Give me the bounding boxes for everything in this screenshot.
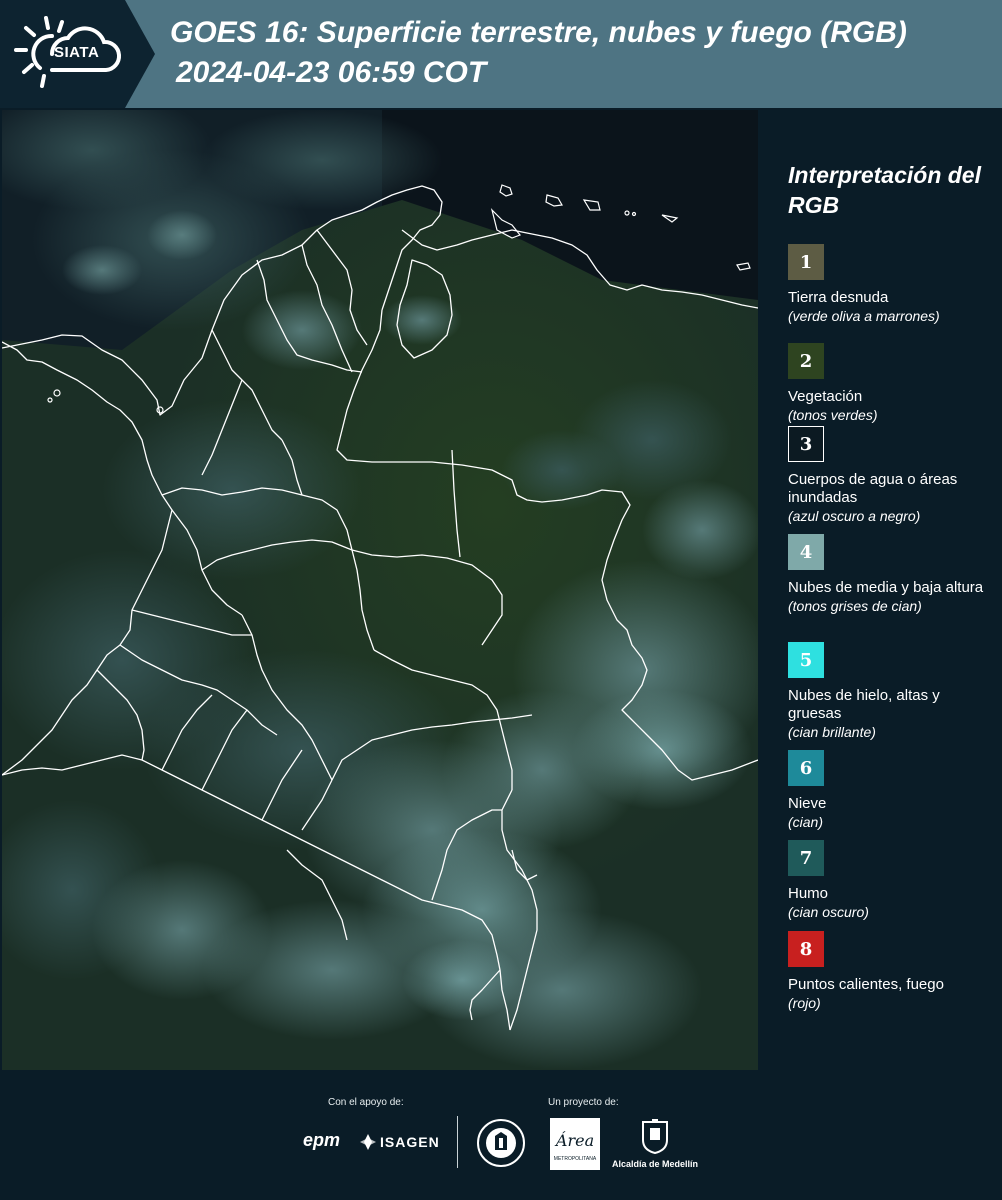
legend-swatch: 8 <box>788 931 824 967</box>
legend-swatch: 3 <box>788 426 824 462</box>
header-bar: SIATA GOES 16: Superficie terrestre, nub… <box>0 0 1002 108</box>
legend: Interpretación del RGB 1 Tierra desnuda (v… <box>788 160 993 1011</box>
legend-item-7: 7 Humo (cian oscuro) <box>788 840 993 921</box>
legend-item-1: 1 Tierra desnuda (verde oliva a marrones) <box>788 244 993 325</box>
alcaldia-logo-text: Alcaldía de Medellín <box>612 1159 699 1169</box>
isagen-icon <box>360 1134 376 1150</box>
legend-item-4: 4 Nubes de media y baja altura (tonos gris… <box>788 534 993 615</box>
satellite-map <box>2 110 758 1070</box>
legend-item-label: Tierra desnuda <box>788 289 889 306</box>
legend-item-description: (tonos verdes) <box>788 407 878 423</box>
legend-item-label: Puntos calientes, fuego <box>788 976 944 993</box>
area-metropolitana-logo: Área METROPOLITANA <box>550 1118 600 1170</box>
legend-swatch: 5 <box>788 642 824 678</box>
legend-item-2: 2 Vegetación (tonos verdes) <box>788 343 993 424</box>
legend-item-description: (cian oscuro) <box>788 904 869 920</box>
support-label: Con el apoyo de: <box>328 1097 404 1108</box>
legend-item-6: 6 Nieve (cian) <box>788 750 993 831</box>
epm-logo: epm <box>303 1130 341 1150</box>
legend-item-label: Cuerpos de agua o áreas inundadas <box>788 471 958 506</box>
legend-item-description: (rojo) <box>788 995 821 1011</box>
logo-panel: SIATA <box>0 0 155 108</box>
legend-item-3: 3 Cuerpos de agua o áreas inundadas (azul … <box>788 426 993 525</box>
legend-swatch: 4 <box>788 534 824 570</box>
legend-item-label: Nieve <box>788 795 827 812</box>
timestamp: 2024-04-23 06:59 COT <box>176 56 487 89</box>
page-title: GOES 16: Superficie terrestre, nubes y f… <box>170 16 907 49</box>
siata-logo-text: SIATA <box>54 44 100 61</box>
legend-item-label: Nubes de hielo, altas y gruesas <box>788 687 940 722</box>
legend-swatch: 1 <box>788 244 824 280</box>
footer: Con el apoyo de: Un proyecto de: epm ISA… <box>0 1072 1002 1200</box>
map-canvas <box>2 110 758 1070</box>
university-seal-icon <box>477 1119 525 1167</box>
legend-swatch: 6 <box>788 750 824 786</box>
area-logo-sub: METROPOLITANA <box>554 1156 597 1162</box>
isagen-logo: ISAGEN <box>380 1134 440 1150</box>
legend-swatch: 7 <box>788 840 824 876</box>
legend-item-5: 5 Nubes de hielo, altas y gruesas (cian br… <box>788 642 993 741</box>
legend-item-8: 8 Puntos calientes, fuego (rojo) <box>788 931 993 1012</box>
legend-item-label: Nubes de media y baja altura <box>788 579 984 596</box>
legend-item-label: Humo <box>788 885 829 902</box>
footer-divider <box>457 1116 458 1168</box>
legend-item-description: (azul oscuro a negro) <box>788 508 921 524</box>
alcaldia-coat-of-arms-icon <box>642 1119 668 1154</box>
legend-title: Interpretación del RGB <box>788 162 981 218</box>
legend-item-description: (verde oliva a marrones) <box>788 308 940 324</box>
legend-swatch: 2 <box>788 343 824 379</box>
area-logo-text: Área <box>554 1130 594 1150</box>
legend-item-description: (cian brillante) <box>788 724 876 740</box>
legend-item-label: Vegetación <box>788 388 863 405</box>
legend-item-description: (cian) <box>788 814 824 830</box>
project-label: Un proyecto de: <box>548 1097 619 1108</box>
legend-item-description: (tonos grises de cian) <box>788 598 922 614</box>
